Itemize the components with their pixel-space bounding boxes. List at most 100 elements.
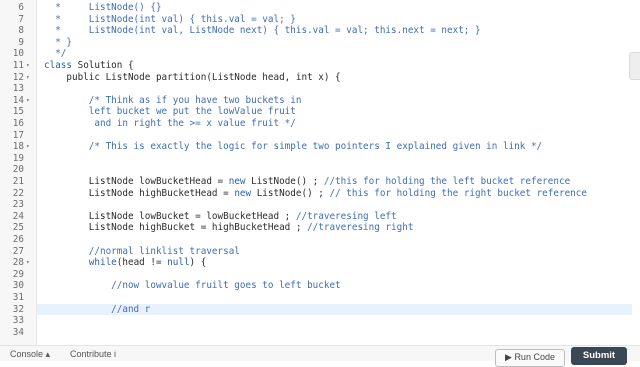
code-text: /* Think as if you have two buckets in bbox=[44, 95, 302, 107]
code-text: ListNode highBucket = highBucketHead ; /… bbox=[44, 222, 414, 234]
line-number: 30 bbox=[12, 280, 24, 292]
line-number: 18 bbox=[12, 141, 24, 153]
code-line[interactable]: 27 //normal linklist traversal bbox=[0, 246, 640, 258]
line-number: 17 bbox=[12, 129, 24, 141]
code-comment: * } bbox=[44, 36, 72, 48]
code-keyword: new bbox=[234, 187, 252, 199]
code-line[interactable]: 32 //and r bbox=[0, 303, 640, 316]
code-token: ListNode() ; bbox=[251, 187, 330, 199]
code-line[interactable]: 24 ListNode lowBucket = lowBucketHead ; … bbox=[0, 211, 640, 223]
code-keyword: null bbox=[167, 257, 190, 269]
code-token: ListNode highBucket = highBucketHead ; bbox=[44, 222, 308, 234]
code-line[interactable]: 13 bbox=[0, 83, 640, 95]
bottom-bar: Console ▴ Contribute i ▶ Run Code Submit bbox=[0, 345, 640, 367]
code-text: //now lowvalue fruilt goes to left bucke… bbox=[44, 280, 341, 292]
code-comment: left bucket we put the lowValue fruit bbox=[44, 106, 296, 118]
code-line[interactable]: 31 bbox=[0, 292, 640, 304]
line-number: 15 bbox=[12, 106, 24, 118]
line-number: 8 bbox=[18, 25, 24, 37]
code-line[interactable]: 22 ListNode highBucketHead = new ListNod… bbox=[0, 188, 640, 200]
line-number: 14 bbox=[12, 94, 24, 106]
line-highlight bbox=[37, 327, 632, 339]
line-highlight bbox=[37, 199, 632, 211]
code-line[interactable]: 10 */ bbox=[0, 48, 640, 60]
line-number: 34 bbox=[12, 326, 24, 338]
code-text: * } bbox=[44, 37, 72, 49]
code-line[interactable]: 21 ListNode lowBucketHead = new ListNode… bbox=[0, 176, 640, 188]
line-highlight bbox=[37, 37, 632, 49]
code-comment: and in right the >= x value fruit */ bbox=[44, 118, 296, 129]
code-comment: //and r bbox=[44, 303, 151, 315]
code-line[interactable]: 17 bbox=[0, 130, 640, 142]
code-line[interactable]: 23 bbox=[0, 199, 640, 211]
code-comment: //now lowvalue fruilt goes to left bucke… bbox=[44, 280, 341, 292]
code-text: //normal linklist traversal bbox=[44, 246, 240, 258]
run-code-button[interactable]: ▶ Run Code bbox=[495, 349, 565, 367]
line-number: 25 bbox=[12, 222, 24, 234]
code-token: (head != bbox=[116, 257, 168, 269]
fold-arrow-icon[interactable]: ▾ bbox=[26, 141, 34, 153]
code-comment: * ListNode() {} bbox=[44, 2, 162, 13]
code-line[interactable]: 9 * } bbox=[0, 37, 640, 49]
code-line[interactable]: 29 bbox=[0, 269, 640, 281]
code-line[interactable]: 14 ▾ /* Think as if you have two buckets … bbox=[0, 95, 640, 107]
line-highlight bbox=[37, 153, 632, 165]
code-editor[interactable]: 6 * ListNode() {} 7 * ListNode(int val) {… bbox=[0, 0, 640, 345]
line-highlight bbox=[37, 292, 632, 304]
line-number: 27 bbox=[12, 245, 24, 257]
code-comment: // this for holding the right bucket ref… bbox=[329, 187, 587, 199]
code-line[interactable]: 18 ▾ /* This is exactly the logic for sim… bbox=[0, 141, 640, 153]
line-number: 22 bbox=[12, 187, 24, 199]
code-line[interactable]: 20 bbox=[0, 164, 640, 176]
line-number: 6 bbox=[18, 2, 24, 13]
code-line[interactable]: 8 * ListNode(int val, ListNode next) { t… bbox=[0, 25, 640, 37]
code-line[interactable]: 12 ▾ public ListNode partition(ListNode h… bbox=[0, 72, 640, 84]
scrollbar-tab[interactable] bbox=[629, 52, 640, 80]
submit-button[interactable]: Submit bbox=[571, 347, 627, 365]
code-line[interactable]: 25 ListNode highBucket = highBucketHead … bbox=[0, 222, 640, 234]
line-highlight bbox=[37, 130, 632, 142]
line-highlight bbox=[37, 315, 632, 327]
code-line[interactable]: 30 //now lowvalue fruilt goes to left bu… bbox=[0, 280, 640, 292]
line-number: 23 bbox=[12, 199, 24, 211]
code-text: ListNode highBucketHead = new ListNode()… bbox=[44, 188, 587, 200]
line-number: 20 bbox=[12, 164, 24, 176]
line-number: 7 bbox=[18, 13, 24, 25]
code-comment: //normal linklist traversal bbox=[44, 245, 240, 257]
code-comment: */ bbox=[44, 48, 67, 60]
line-number: 33 bbox=[12, 315, 24, 327]
code-keyword: class bbox=[44, 60, 78, 71]
code-text: left bucket we put the lowValue fruit bbox=[44, 106, 296, 118]
code-line[interactable]: 15 left bucket we put the lowValue fruit bbox=[0, 106, 640, 118]
code-token: ListNode highBucketHead = bbox=[44, 187, 235, 199]
line-highlight bbox=[37, 83, 632, 95]
code-text: class Solution { bbox=[44, 60, 134, 72]
code-line[interactable]: 26 bbox=[0, 234, 640, 246]
code-line[interactable]: 7 * ListNode(int val) { this.val = val; … bbox=[0, 14, 640, 26]
code-line[interactable]: 16 and in right the >= x value fruit */ bbox=[0, 118, 640, 130]
fold-arrow-icon[interactable]: ▾ bbox=[26, 95, 34, 107]
code-token: ListNode lowBucket = lowBucketHead ; bbox=[44, 210, 296, 222]
fold-arrow-icon[interactable]: ▾ bbox=[26, 72, 34, 84]
code-comment: //traveresing left bbox=[295, 210, 397, 222]
code-keyword: while bbox=[88, 257, 117, 269]
line-number: 12 bbox=[12, 71, 24, 83]
fold-arrow-icon[interactable]: ▾ bbox=[26, 60, 34, 72]
code-text: * ListNode(int val, ListNode next) { thi… bbox=[44, 25, 481, 37]
code-comment: * ListNode(int val, ListNode next) { thi… bbox=[44, 25, 481, 37]
code-comment: * ListNode(int val) { this.val = val; } bbox=[44, 13, 296, 25]
line-number: 31 bbox=[12, 292, 24, 303]
contribute-link[interactable]: Contribute i bbox=[70, 349, 116, 359]
console-toggle[interactable]: Console ▴ bbox=[10, 349, 50, 360]
code-token: ListNode() ; bbox=[245, 176, 324, 187]
line-number: 29 bbox=[12, 268, 24, 280]
fold-arrow-icon[interactable]: ▾ bbox=[26, 257, 34, 269]
code-line[interactable]: 28 ▾ while(head != null) { bbox=[0, 257, 640, 269]
code-line[interactable]: 34 bbox=[0, 327, 640, 339]
code-line[interactable]: 33 bbox=[0, 315, 640, 327]
code-line[interactable]: 19 bbox=[0, 153, 640, 165]
code-line[interactable]: 6 * ListNode() {} bbox=[0, 2, 640, 14]
code-line[interactable]: 11 ▾ class Solution { bbox=[0, 60, 640, 72]
line-number: 32 bbox=[12, 303, 24, 315]
